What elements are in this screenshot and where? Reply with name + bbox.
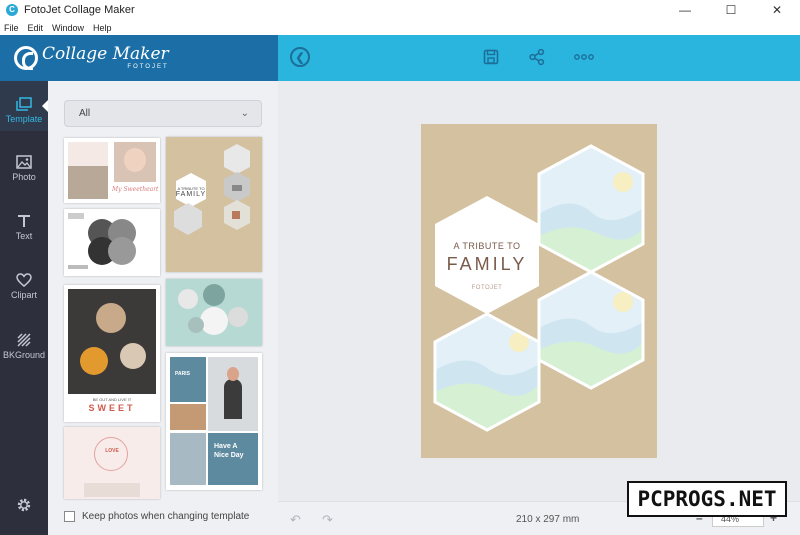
close-button[interactable]: ✕ xyxy=(754,0,800,20)
thumb-sweet-line2: SWEET xyxy=(88,403,136,413)
clover-shape xyxy=(68,213,136,269)
logo-main-text: Collage Maker xyxy=(42,43,169,64)
window-title: FotoJet Collage Maker xyxy=(24,4,135,16)
nav-text-label: Text xyxy=(15,231,33,241)
more-button[interactable] xyxy=(573,46,595,68)
logo-icon xyxy=(14,46,38,70)
baby-photo-2 xyxy=(68,166,108,199)
thumb-tribute-line2: FAMILY xyxy=(175,191,207,198)
menu-window[interactable]: Window xyxy=(52,23,84,33)
nav-template-label: Template xyxy=(5,114,43,124)
save-icon xyxy=(483,49,499,65)
more-icon xyxy=(574,54,594,60)
nav-photo-label: Photo xyxy=(12,172,36,182)
menu-help[interactable]: Help xyxy=(93,23,112,33)
collage-page[interactable]: A TRIBUTE TO FAMILY FOTOJET xyxy=(421,124,657,458)
template-thumbnail-circles[interactable] xyxy=(166,279,262,346)
brand-text[interactable]: FOTOJET xyxy=(435,285,539,291)
nav-photo[interactable]: Photo xyxy=(0,151,48,201)
menu-edit[interactable]: Edit xyxy=(28,23,44,33)
template-panel: All ⌄ My Sweetheart A TRIBUTE TO FAMILY xyxy=(48,81,278,535)
template-category-select[interactable]: All ⌄ xyxy=(64,100,262,127)
page-size: 210 x 297 mm xyxy=(516,514,580,525)
person-photo xyxy=(208,357,258,431)
template-icon xyxy=(16,97,32,111)
collage-shapes xyxy=(433,144,645,432)
back-button[interactable]: ❮ xyxy=(290,47,310,67)
thumb-love-text: LOVE xyxy=(105,448,119,454)
tribute-line2[interactable]: FAMILY xyxy=(435,254,539,275)
settings-icon[interactable] xyxy=(16,497,32,513)
nav-template[interactable]: Template xyxy=(0,81,49,131)
app-header-logo: Collage Maker FOTOJET xyxy=(0,35,278,81)
window-controls: — ☐ ✕ xyxy=(662,0,800,20)
heart-icon xyxy=(16,273,32,287)
minimize-button[interactable]: — xyxy=(662,0,708,20)
text-icon xyxy=(18,215,30,227)
keep-photos-label: Keep photos when changing template xyxy=(82,511,250,522)
undo-icon[interactable]: ↶ xyxy=(290,512,301,528)
photo-icon xyxy=(16,155,32,169)
keep-photos-checkbox[interactable] xyxy=(64,511,75,522)
template-thumbnail-baby[interactable]: My Sweetheart xyxy=(64,138,160,203)
nav-clipart[interactable]: Clipart xyxy=(0,271,48,321)
watermark: PCPROGS.NET xyxy=(627,481,787,517)
template-thumbnail-family[interactable]: A TRIBUTE TO FAMILY xyxy=(166,137,262,272)
nav-background-label: BKGround xyxy=(2,350,46,360)
nav-clipart-label: Clipart xyxy=(10,290,37,300)
keep-photos-option[interactable]: Keep photos when changing template xyxy=(64,511,249,522)
chevron-down-icon: ⌄ xyxy=(240,108,249,119)
title-bar: C FotoJet Collage Maker — ☐ ✕ xyxy=(0,0,800,20)
family-hexagons xyxy=(174,144,250,235)
baby-photo xyxy=(114,142,156,182)
redo-icon[interactable]: ↷ xyxy=(322,512,333,528)
food-photo xyxy=(68,289,156,394)
menu-bar: File Edit Window Help xyxy=(0,20,800,35)
circles-collage xyxy=(178,284,248,335)
nav-background[interactable]: BKGround xyxy=(0,331,48,381)
photo-placeholder-2 xyxy=(539,272,643,388)
back-arrow-icon: ❮ xyxy=(295,51,305,64)
coffee-photo xyxy=(170,404,206,430)
menu-file[interactable]: File xyxy=(4,23,19,33)
eiffel-photo xyxy=(170,433,206,485)
tribute-line1[interactable]: A TRIBUTE TO xyxy=(435,241,539,251)
photo-placeholder-3 xyxy=(435,314,539,430)
share-button[interactable] xyxy=(526,46,548,68)
paris-block: PARIS xyxy=(170,357,206,402)
logo: Collage Maker FOTOJET xyxy=(42,43,169,71)
thumb-sweet-line1: BE OUT AND LIVE IT xyxy=(92,397,132,402)
template-thumbnail-paris[interactable]: PARIS Have A Nice Day xyxy=(166,353,262,490)
logo-sub-text: FOTOJET xyxy=(127,63,169,70)
toolbar: ❮ xyxy=(278,35,800,81)
template-thumbnail-sweet[interactable]: BE OUT AND LIVE IT SWEET xyxy=(64,285,160,422)
nice-day-block: Have A Nice Day xyxy=(208,433,258,485)
maximize-button[interactable]: ☐ xyxy=(708,0,754,20)
side-nav: Template Photo Text Clipart BKGround xyxy=(0,81,49,535)
share-icon xyxy=(529,48,545,66)
thumb-script-text: My Sweetheart xyxy=(112,186,159,193)
background-icon xyxy=(17,333,31,347)
save-button[interactable] xyxy=(480,46,502,68)
app-icon: C xyxy=(6,4,18,16)
template-thumbnail-love[interactable]: LOVE xyxy=(64,427,160,499)
template-category-value: All xyxy=(79,108,91,119)
template-thumbnail-clover[interactable] xyxy=(64,209,160,276)
nav-text[interactable]: Text xyxy=(0,211,48,261)
